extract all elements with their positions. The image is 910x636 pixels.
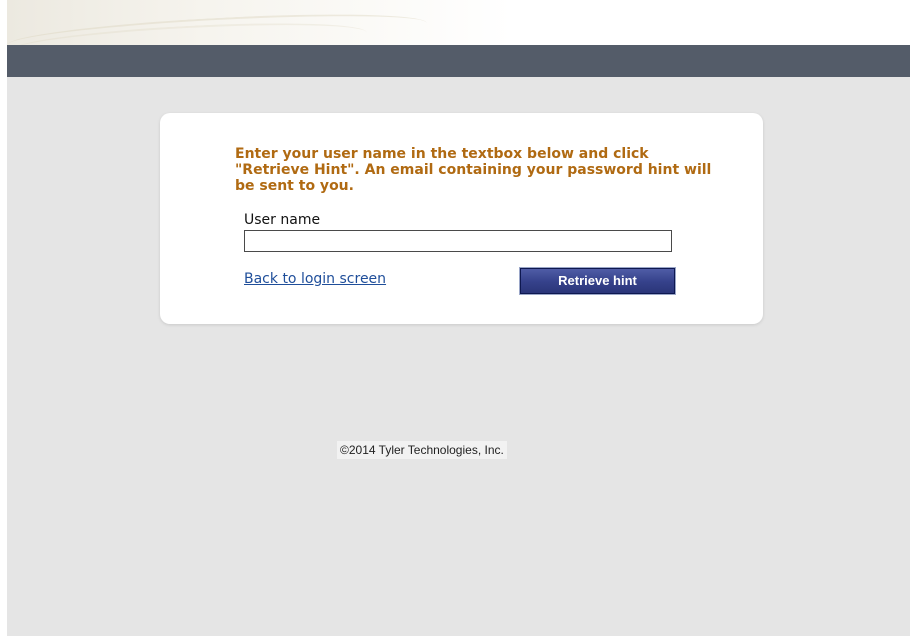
- nav-bar: [7, 45, 910, 77]
- username-input[interactable]: [244, 230, 672, 252]
- back-to-login-link[interactable]: Back to login screen: [244, 271, 386, 287]
- top-banner: [7, 0, 910, 45]
- page: Enter your user name in the textbox belo…: [0, 0, 910, 636]
- instructions-text: Enter your user name in the textbox belo…: [235, 146, 712, 194]
- content-area: Enter your user name in the textbox belo…: [7, 77, 910, 636]
- forgot-password-card: Enter your user name in the textbox belo…: [160, 113, 763, 324]
- retrieve-hint-button[interactable]: Retrieve hint: [519, 267, 676, 295]
- username-label: User name: [244, 212, 321, 228]
- copyright-text: ©2014 Tyler Technologies, Inc.: [337, 441, 507, 459]
